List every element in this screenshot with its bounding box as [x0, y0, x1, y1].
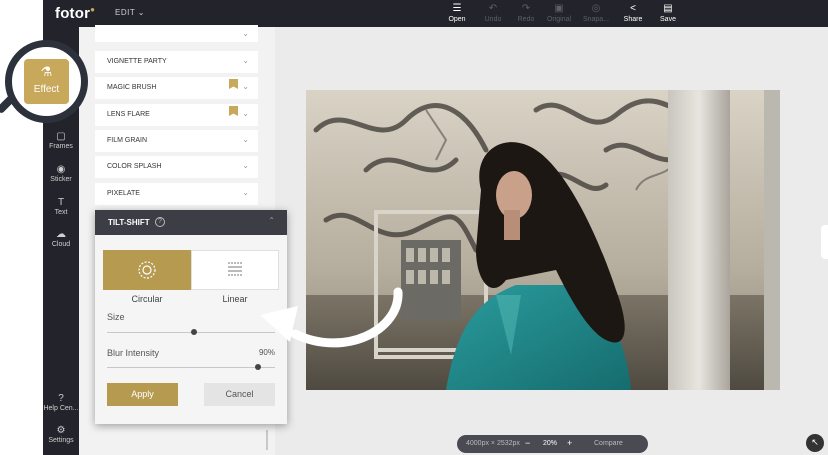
help-icon[interactable]: ?: [155, 217, 165, 227]
sidebar-item-help[interactable]: ? Help Cen...: [43, 393, 79, 413]
zoom-out-button[interactable]: −: [525, 438, 530, 448]
snapshot-icon: ◎: [591, 3, 601, 14]
zoom-level: 20%: [543, 440, 558, 447]
image-dimensions: 4000px × 2532px: [466, 440, 520, 447]
circular-mode-label: Circular: [131, 294, 163, 304]
chevron-up-icon[interactable]: ⌃: [268, 216, 275, 225]
help-icon: ?: [58, 393, 64, 404]
sidebar-item-cloud[interactable]: ☁ Cloud: [43, 229, 79, 249]
share-button[interactable]: < Share: [619, 3, 647, 25]
chevron-down-icon: ⌄: [242, 161, 249, 170]
blur-intensity-slider-handle[interactable]: [255, 364, 262, 370]
magnifier-lens: ⚗ Effect: [5, 40, 88, 123]
compare-button[interactable]: Compare: [594, 440, 623, 447]
effect-row-vignette-party[interactable]: VIGNETTE PARTY ⌄: [95, 51, 258, 73]
share-icon: <: [630, 3, 636, 14]
effect-row-lens-flare[interactable]: LENS FLARE ⌄: [95, 104, 258, 126]
gear-icon: ⚙: [56, 425, 66, 436]
right-panel-handle[interactable]: [821, 225, 828, 259]
size-label: Size: [107, 312, 125, 322]
blur-intensity-label: Blur Intensity: [107, 348, 160, 358]
cancel-button[interactable]: Cancel: [204, 383, 275, 406]
sidebar-item-settings[interactable]: ⚙ Settings: [43, 425, 79, 445]
undo-button[interactable]: ↶ Undo: [479, 3, 507, 25]
open-button[interactable]: ☰ Open: [443, 3, 471, 25]
zoom-in-button[interactable]: +: [567, 438, 572, 448]
original-button[interactable]: ▣ Original: [545, 3, 573, 25]
size-slider-handle[interactable]: [191, 329, 198, 335]
tilt-shift-header[interactable]: TILT-SHIFT ? ⌃: [95, 210, 287, 235]
collapse-arrow-icon[interactable]: ↖: [806, 434, 824, 452]
top-toolbar: fotor● EDIT ⌄ ☰ Open ↶ Undo ↷ Redo ▣ Ori…: [43, 0, 828, 27]
sidebar-item-text[interactable]: T Text: [43, 197, 79, 217]
sidebar-item-sticker[interactable]: ◉ Sticker: [43, 164, 79, 184]
apply-button[interactable]: Apply: [107, 383, 178, 406]
fotor-logo[interactable]: fotor●: [55, 5, 95, 22]
zoom-bar: 4000px × 2532px − 20% + Compare: [457, 435, 648, 453]
sticker-icon: ◉: [56, 164, 66, 175]
effect-row-magic-brush[interactable]: MAGIC BRUSH ⌄: [95, 77, 258, 99]
premium-badge-icon: [229, 106, 238, 116]
text-icon: T: [57, 197, 65, 208]
undo-icon: ↶: [488, 3, 498, 14]
image-icon: ▣: [554, 3, 564, 14]
chevron-down-icon: ⌄: [242, 82, 249, 91]
sidebar-item-frames[interactable]: ▢ Frames: [43, 131, 79, 151]
redo-button[interactable]: ↷ Redo: [512, 3, 540, 25]
premium-badge-icon: [229, 79, 238, 89]
chevron-down-icon: ⌄: [242, 135, 249, 144]
chevron-down-icon: ⌄: [242, 109, 249, 118]
chevron-down-icon: ⌄: [242, 56, 249, 65]
circular-icon: [138, 261, 156, 279]
effect-row-pixelate[interactable]: PIXELATE ⌄: [95, 183, 258, 205]
menu-icon: ☰: [452, 3, 462, 14]
effect-row-film-grain[interactable]: FILM GRAIN ⌄: [95, 130, 258, 152]
save-icon: ▤: [663, 3, 673, 14]
snapshot-button[interactable]: ◎ Snapa...: [582, 3, 610, 25]
save-button[interactable]: ▤ Save: [654, 3, 682, 25]
cloud-icon: ☁: [56, 229, 66, 240]
redo-icon: ↷: [521, 3, 531, 14]
frame-icon: ▢: [56, 131, 66, 142]
flask-icon: ⚗: [40, 64, 53, 79]
effect-row-color-splash[interactable]: COLOR SPLASH ⌄: [95, 156, 258, 178]
annotation-arrow-icon: [260, 287, 403, 348]
blur-intensity-slider[interactable]: [107, 364, 275, 370]
fotor-editor: fotor● EDIT ⌄ ☰ Open ↶ Undo ↷ Redo ▣ Ori…: [0, 0, 828, 455]
edit-menu[interactable]: EDIT ⌄: [115, 8, 145, 17]
circular-mode-button[interactable]: [103, 250, 191, 290]
chevron-down-icon: ⌄: [242, 29, 249, 38]
chevron-down-icon: ⌄: [242, 188, 249, 197]
panel-scrollbar[interactable]: [266, 430, 268, 450]
sidebar-item-effect[interactable]: ⚗ Effect: [24, 59, 69, 104]
effect-row-partial[interactable]: ⌄: [95, 25, 258, 42]
